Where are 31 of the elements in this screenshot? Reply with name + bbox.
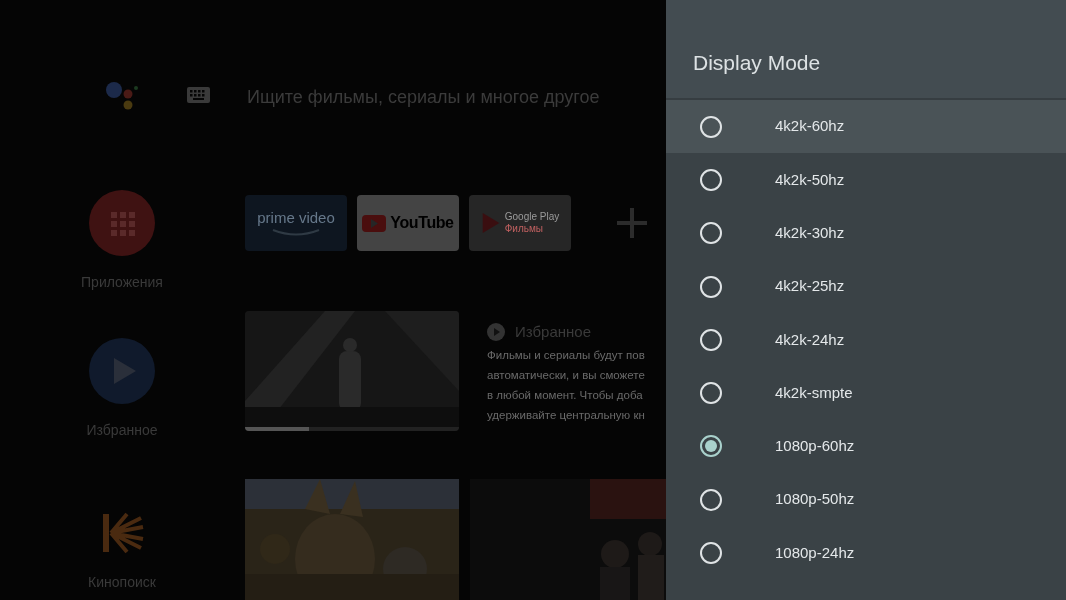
radio-button[interactable] <box>699 274 723 299</box>
option-label: 4k2k-60hz <box>775 116 845 137</box>
option-label: 4k2k-smpte <box>775 382 853 403</box>
option-label: 4k2k-24hz <box>775 329 845 350</box>
mode-option[interactable]: 4k2k-60hz <box>666 100 1066 154</box>
radio-button[interactable] <box>699 434 723 459</box>
option-label: 4k2k-25hz <box>775 276 845 297</box>
app-name: prime video <box>257 209 335 225</box>
option-label: 4k2k-50hz <box>775 169 845 190</box>
radio-button[interactable] <box>699 381 723 406</box>
app-name: Google Play <box>504 210 560 223</box>
option-label: 4k2k-30hz <box>775 223 845 243</box>
play-icon <box>362 214 387 232</box>
radio-button[interactable] <box>699 167 723 192</box>
radio-button[interactable] <box>699 327 723 352</box>
play-icon <box>487 323 505 342</box>
radio-button[interactable] <box>699 221 723 246</box>
app-tile[interactable]: Google Play Фильмы <box>469 195 571 251</box>
app-subname: Фильмы <box>504 223 545 236</box>
favorites-description: Фильмы и сериалы будут пов автоматически, и вы сможете в любой момент. Чтобы доба удерживайте центральную кн <box>487 348 645 423</box>
option-label: 1080p-24hz <box>775 542 855 563</box>
app-name: YouTube <box>390 215 454 231</box>
radio-button[interactable] <box>699 487 723 512</box>
radio-button[interactable] <box>699 114 723 139</box>
play-icon <box>480 211 501 235</box>
app-tile[interactable]: prime video <box>245 195 347 251</box>
panel-title: Display Mode <box>693 49 821 76</box>
smile-icon <box>271 228 321 237</box>
option-label: 1080p-50hz <box>775 489 855 510</box>
option-label: 1080p-60hz <box>775 436 855 457</box>
radio-button[interactable] <box>699 541 723 565</box>
